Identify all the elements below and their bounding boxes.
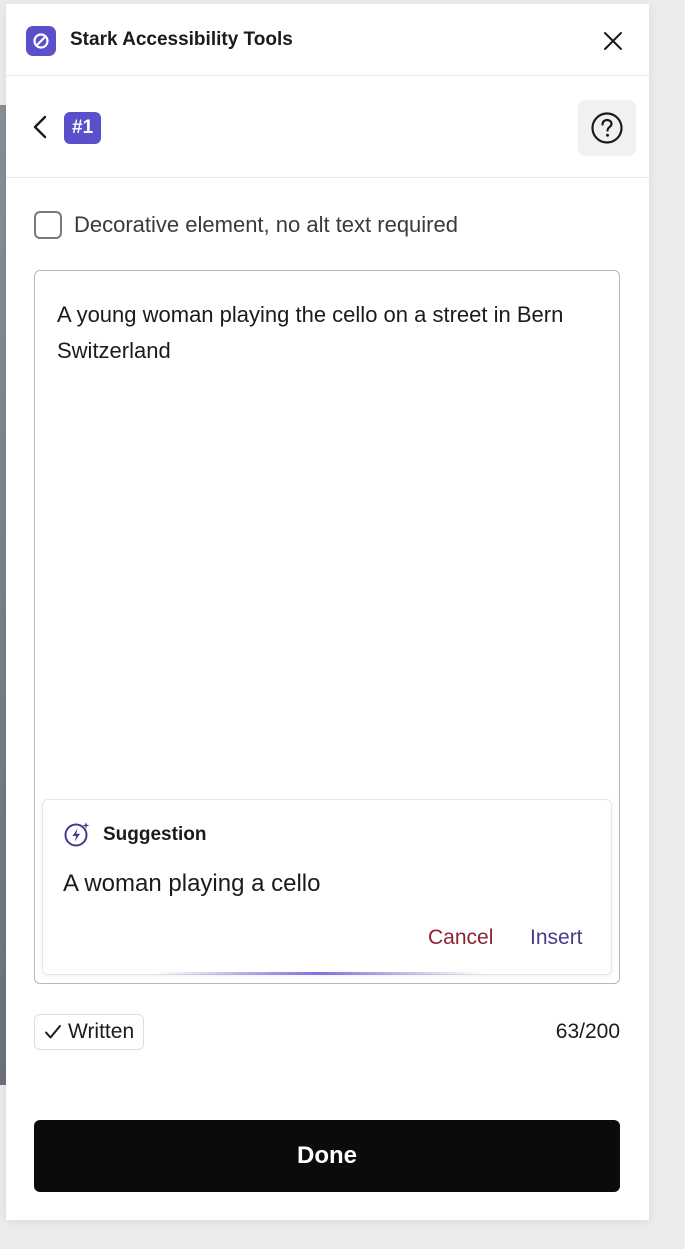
insert-suggestion-button[interactable]: Insert — [530, 926, 583, 950]
panel-titlebar: Stark Accessibility Tools — [6, 4, 649, 76]
sparkle-bolt-icon — [64, 822, 90, 847]
decorative-checkbox[interactable] — [34, 211, 62, 239]
item-number-badge: #1 — [64, 112, 102, 144]
app-title: Stark Accessibility Tools — [70, 29, 293, 50]
cancel-suggestion-button[interactable]: Cancel — [428, 926, 493, 950]
alt-text-field[interactable]: A young woman playing the cello on a str… — [34, 270, 620, 984]
suggestion-text: A woman playing a cello — [63, 870, 321, 897]
stark-logo-icon — [26, 26, 56, 56]
question-circle-icon — [591, 112, 623, 144]
close-button[interactable] — [596, 24, 630, 58]
close-icon — [604, 32, 622, 50]
help-button[interactable] — [578, 100, 636, 156]
suggestion-heading: Suggestion — [103, 824, 207, 845]
suggestion-card: Suggestion A woman playing a cello Cance… — [42, 799, 612, 975]
character-count: 63/200 — [555, 1020, 620, 1043]
alt-text-value[interactable]: A young woman playing the cello on a str… — [57, 297, 597, 369]
decorative-toggle[interactable]: Decorative element, no alt text required — [34, 209, 458, 241]
done-button[interactable]: Done — [34, 1120, 620, 1192]
decorative-label: Decorative element, no alt text required — [74, 212, 458, 237]
written-status-badge: Written — [34, 1014, 145, 1050]
suggestion-glow — [153, 972, 483, 975]
chevron-left-icon — [33, 115, 47, 139]
written-label: Written — [68, 1020, 135, 1043]
back-button[interactable] — [28, 112, 52, 142]
stark-panel: Stark Accessibility Tools #1 Decorative … — [6, 4, 649, 1220]
item-navbar: #1 — [6, 76, 649, 178]
checkmark-icon — [45, 1025, 61, 1039]
